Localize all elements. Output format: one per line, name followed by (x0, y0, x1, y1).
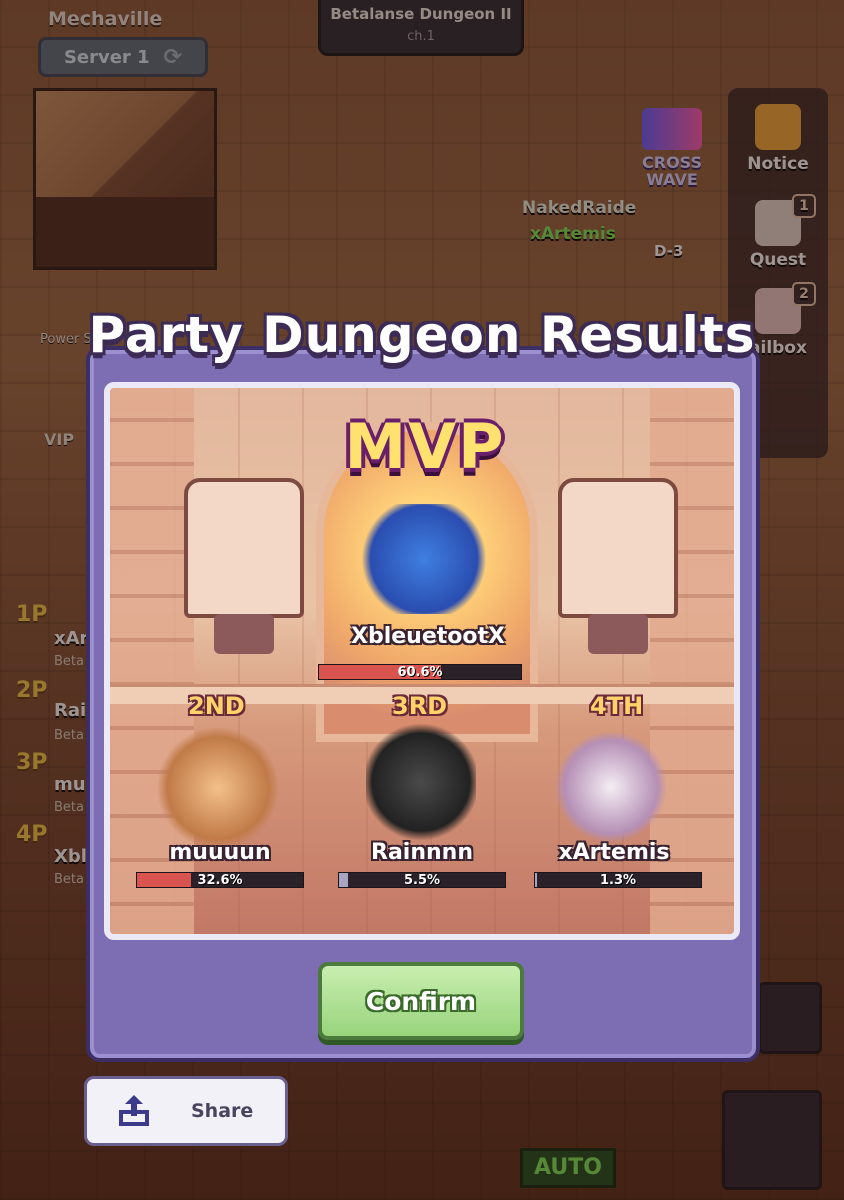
mvp-character-sprite (354, 504, 494, 614)
second-place-character-sprite (158, 728, 278, 848)
confirm-button[interactable]: Confirm (318, 962, 524, 1040)
third-place-player-name: Rainnnn (371, 840, 473, 865)
share-icon (119, 1095, 149, 1126)
fourth-place-player-name: xArtemis (558, 840, 670, 865)
gargoyle-statue-right (558, 478, 678, 654)
place-label-4th: 4TH (590, 692, 644, 720)
fourth-place-damage-bar: 1.3% (534, 872, 702, 888)
place-label-3rd: 3RD (392, 692, 448, 720)
fourth-place-character-sprite (556, 732, 666, 842)
third-place-damage-percent: 5.5% (403, 873, 441, 888)
place-label-2nd: 2ND (188, 692, 245, 720)
results-stage: MVP XbleuetootX 60.6% 2ND muuuun 32.6% 3… (104, 382, 740, 940)
mvp-damage-percent: 60.6% (397, 665, 443, 680)
mvp-damage-bar: 60.6% (318, 664, 522, 680)
fourth-place-damage-percent: 1.3% (599, 873, 637, 888)
third-place-damage-bar: 5.5% (338, 872, 506, 888)
share-button[interactable]: Share (84, 1076, 288, 1146)
mvp-logo: MVP (344, 410, 506, 483)
gargoyle-statue-left (184, 478, 304, 654)
second-place-damage-bar: 32.6% (136, 872, 304, 888)
modal-title: Party Dungeon Results (88, 306, 756, 364)
third-place-character-sprite (366, 722, 476, 842)
second-place-player-name: muuuun (169, 840, 271, 865)
second-place-damage-percent: 32.6% (197, 873, 243, 888)
mvp-player-name: XbleuetootX (351, 624, 505, 649)
share-label: Share (191, 1100, 254, 1122)
